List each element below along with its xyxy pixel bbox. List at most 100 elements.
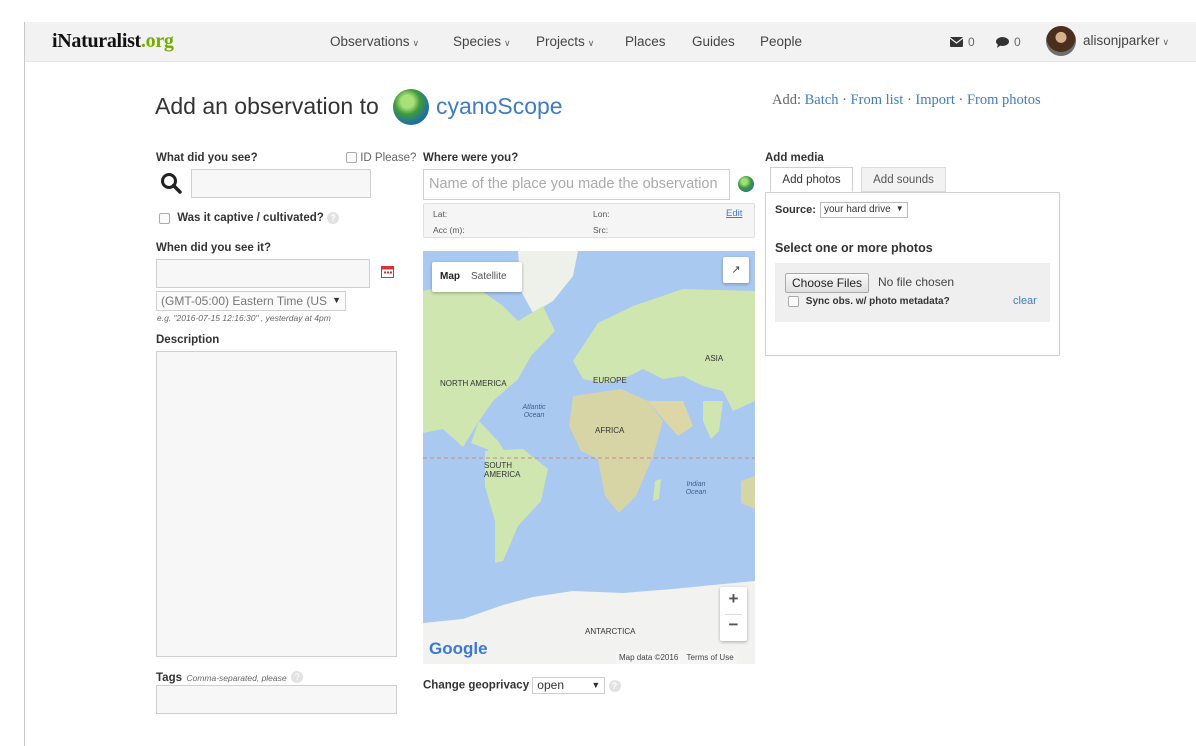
source-label: Source:: [775, 204, 816, 216]
notifications-link[interactable]: 0: [996, 35, 1021, 49]
dropdown-arrow-icon: ▼: [332, 295, 341, 305]
map-type-control: Map Satellite: [432, 262, 522, 292]
expand-icon: ↗: [731, 264, 741, 276]
add-links: Add: Batch · From list · Import · From p…: [772, 92, 1041, 109]
id-please-checkbox[interactable]: [346, 152, 357, 164]
globe-icon[interactable]: [738, 176, 754, 192]
separator: ·: [958, 92, 964, 108]
logo-text: iNaturalist: [52, 30, 141, 52]
top-navbar: iNaturalist.org Observations ∨ Species ∨ P…: [25, 22, 1196, 62]
sync-metadata-toggle[interactable]: Sync obs. w/ photo metadata?: [788, 296, 950, 307]
description-textarea[interactable]: [156, 351, 397, 657]
search-icon: [161, 173, 182, 194]
nav-guides[interactable]: Guides: [692, 34, 735, 49]
media-panel: Source: your hard drive ▼ Select one or …: [765, 192, 1060, 356]
add-media-label: Add media: [765, 152, 824, 164]
date-input[interactable]: [156, 259, 370, 288]
tags-label: Tags: [156, 672, 182, 684]
page-title: Add an observation to: [155, 93, 379, 119]
captive-checkbox[interactable]: [159, 212, 170, 224]
map-data-label: Map data ©2016: [619, 653, 679, 662]
map-type-map-button[interactable]: Map: [440, 271, 460, 282]
id-please-toggle[interactable]: ID Please?: [346, 152, 416, 164]
separator: ·: [906, 92, 912, 108]
select-photos-title: Select one or more photos: [775, 241, 933, 255]
coordinates-panel: Lat: Lon: Edit Acc (m): Src:: [423, 203, 755, 238]
choose-files-button[interactable]: Choose Files: [785, 273, 870, 293]
map-label-indian: Indian Ocean: [685, 481, 707, 496]
zoom-in-button[interactable]: +: [720, 589, 747, 609]
nav-projects[interactable]: Projects ∨: [536, 34, 594, 49]
terms-link[interactable]: Terms of Use: [687, 653, 734, 662]
geoprivacy-select[interactable]: open ▼: [532, 677, 606, 694]
notifications-count: 0: [1014, 35, 1021, 49]
messages-link[interactable]: 0: [950, 35, 975, 49]
batch-link[interactable]: Batch: [805, 92, 839, 108]
map-type-satellite-button[interactable]: Satellite: [471, 271, 507, 282]
edit-link[interactable]: Edit: [726, 208, 742, 219]
project-link[interactable]: cyanoScope: [436, 93, 563, 120]
nav-label: Observations: [330, 34, 410, 49]
avatar[interactable]: [1046, 26, 1076, 56]
timezone-select[interactable]: (GMT-05:00) Eastern Time (US ▼: [156, 291, 346, 311]
separator: ·: [842, 92, 847, 108]
tab-add-sounds[interactable]: Add sounds: [861, 167, 946, 192]
add-prefix: Add:: [772, 92, 801, 108]
nav-label: Guides: [692, 34, 735, 49]
google-logo: Google: [429, 639, 488, 658]
map-label-europe: EUROPE: [593, 376, 627, 385]
file-chooser-area: Choose Files No file chosen Sync obs. w/…: [775, 263, 1050, 322]
map[interactable]: Map Satellite ↗ NORTH AMERICA EUROPE ASI…: [423, 251, 755, 664]
nav-observations[interactable]: Observations ∨: [330, 34, 419, 49]
map-label-asia: ASIA: [705, 354, 724, 363]
map-attribution: Map data ©2016 Terms of Use: [616, 651, 737, 664]
help-icon[interactable]: ?: [326, 212, 339, 224]
nav-label: Places: [625, 34, 666, 49]
zoom-out-button[interactable]: −: [720, 615, 747, 635]
map-label-north-america: NORTH AMERICA: [440, 379, 507, 388]
tags-hint: Comma-separated, please: [186, 673, 287, 683]
fullscreen-button[interactable]: ↗: [723, 257, 749, 283]
world-map-canvas: [423, 251, 755, 664]
dropdown-arrow-icon: ▼: [895, 204, 904, 213]
captive-toggle[interactable]: Was it captive / cultivated? ?: [159, 212, 339, 224]
help-icon[interactable]: ?: [291, 670, 304, 683]
nav-label: People: [760, 34, 803, 49]
map-label-atlantic: Atlantic Ocean: [522, 404, 546, 419]
sync-metadata-checkbox[interactable]: [788, 296, 799, 307]
source-value: your hard drive: [824, 204, 891, 215]
lat-label: Lat:: [433, 209, 448, 219]
nav-people[interactable]: People: [760, 34, 802, 49]
tab-add-photos[interactable]: Add photos: [770, 167, 853, 192]
species-input[interactable]: [191, 169, 371, 198]
id-please-label: ID Please?: [360, 152, 417, 164]
clear-link[interactable]: clear: [1013, 295, 1037, 307]
from-photos-link[interactable]: From photos: [967, 92, 1041, 108]
messages-count: 0: [968, 35, 975, 49]
help-icon[interactable]: ?: [608, 679, 621, 692]
where-label: Where were you?: [423, 152, 519, 164]
chevron-down-icon: ∨: [1162, 37, 1170, 47]
source-select[interactable]: your hard drive ▼: [820, 202, 908, 218]
envelope-icon: [950, 37, 963, 47]
project-icon[interactable]: [393, 89, 429, 125]
nav-label: Projects: [536, 34, 585, 49]
nav-species[interactable]: Species ∨: [453, 34, 511, 49]
tags-input[interactable]: [156, 685, 397, 714]
inaturalist-logo[interactable]: iNaturalist.org: [52, 30, 174, 53]
geoprivacy-label: Change geoprivacy: [423, 679, 530, 692]
username-label: alisonjparker: [1083, 33, 1160, 48]
chevron-down-icon: ∨: [504, 38, 511, 48]
nav-places[interactable]: Places: [625, 34, 666, 49]
zoom-control: + −: [720, 587, 747, 641]
calendar-icon[interactable]: [381, 265, 394, 278]
chevron-down-icon: ∨: [412, 38, 420, 48]
lon-label: Lon:: [593, 209, 610, 219]
from-list-link[interactable]: From list: [851, 92, 904, 108]
no-file-label: No file chosen: [878, 275, 955, 289]
page-border: [24, 22, 25, 746]
import-link[interactable]: Import: [915, 92, 954, 108]
user-menu[interactable]: alisonjparker ∨: [1083, 33, 1169, 48]
place-input[interactable]: Name of the place you made the observati…: [423, 169, 730, 200]
nav-label: Species: [453, 34, 502, 49]
